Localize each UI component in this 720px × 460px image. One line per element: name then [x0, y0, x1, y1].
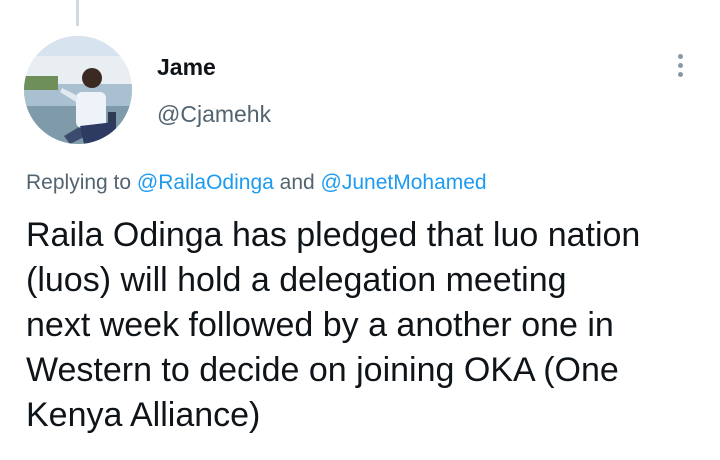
avatar[interactable] [24, 36, 132, 144]
more-dot [677, 54, 683, 59]
mention-link-raila[interactable]: @RailaOdinga [137, 171, 274, 194]
mention-link-junet[interactable]: @JunetMohamed [321, 171, 487, 194]
tweet-body-text: Raila Odinga has pledged that luo nation… [26, 216, 641, 434]
more-dot [677, 63, 683, 68]
author-handle[interactable]: @Cjamehk [157, 101, 271, 128]
replying-to-line: Replying to @RailaOdinga and @JunetMoham… [26, 171, 487, 195]
tweet-card[interactable]: Jame @Cjamehk Replying to @RailaOdinga a… [0, 0, 720, 460]
author-display-name[interactable]: Jame [157, 54, 216, 81]
more-options-icon[interactable] [672, 54, 688, 84]
more-dot [677, 72, 683, 77]
profile-photo-icon [24, 36, 132, 144]
replying-conjunction: and [279, 171, 315, 194]
replying-prefix: Replying to [26, 171, 132, 194]
thread-connector-line [76, 0, 79, 26]
